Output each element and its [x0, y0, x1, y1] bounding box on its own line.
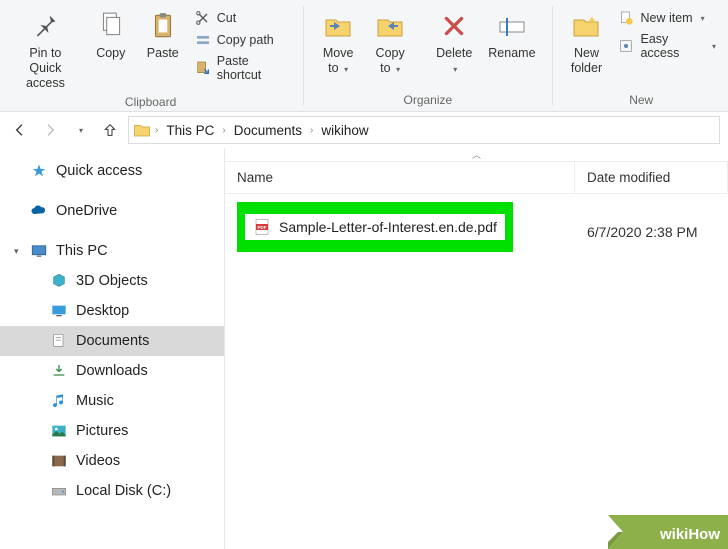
highlight-box: PDF Sample-Letter-of-Interest.en.de.pdf: [237, 202, 513, 252]
downloads-icon: [50, 362, 68, 380]
chevron-down-icon: ▾: [396, 65, 400, 74]
file-list-pane: ︿ Name Date modified PDF Sample-Letter-o…: [225, 148, 728, 549]
new-folder-button[interactable]: New folder: [562, 4, 610, 80]
cut-button[interactable]: Cut: [191, 8, 293, 28]
breadcrumb-item[interactable]: wikihow: [317, 121, 372, 140]
disk-icon: [50, 482, 68, 500]
music-icon: [50, 392, 68, 410]
scissors-icon: [195, 10, 211, 26]
pdf-icon: PDF: [253, 218, 271, 236]
chevron-right-icon: ›: [222, 125, 225, 136]
ribbon-separator: [552, 6, 553, 105]
file-row[interactable]: PDF Sample-Letter-of-Interest.en.de.pdf: [245, 214, 505, 240]
chevron-right-icon: ›: [155, 125, 158, 136]
videos-icon: [50, 452, 68, 470]
pc-icon: [30, 242, 48, 260]
delete-icon: [441, 8, 467, 44]
rename-button[interactable]: Rename: [482, 4, 541, 65]
content-area: Quick access OneDrive ▾ This PC 3D Objec…: [0, 148, 728, 549]
documents-icon: [50, 332, 68, 350]
rename-icon: [498, 8, 526, 44]
copy-icon: [98, 8, 124, 44]
chevron-down-icon: ▾: [712, 42, 716, 51]
easy-access-button[interactable]: Easy access ▾: [614, 30, 720, 62]
watermark: wikiHow: [608, 515, 728, 549]
breadcrumb[interactable]: › This PC › Documents › wikihow: [128, 116, 720, 144]
paste-button[interactable]: Paste: [139, 4, 187, 65]
paste-shortcut-button[interactable]: Paste shortcut: [191, 52, 293, 84]
sidebar-item-music[interactable]: Music: [0, 386, 224, 416]
sidebar-item-desktop[interactable]: Desktop: [0, 296, 224, 326]
file-name: Sample-Letter-of-Interest.en.de.pdf: [279, 219, 497, 235]
cloud-icon: [30, 202, 48, 220]
sidebar-item-local-disk[interactable]: Local Disk (C:): [0, 476, 224, 506]
sidebar: Quick access OneDrive ▾ This PC 3D Objec…: [0, 148, 225, 549]
recent-locations-button[interactable]: ▾: [68, 118, 92, 142]
sidebar-item-this-pc[interactable]: ▾ This PC: [0, 236, 224, 266]
forward-button[interactable]: [38, 118, 62, 142]
sidebar-item-videos[interactable]: Videos: [0, 446, 224, 476]
pin-quick-access-button[interactable]: Pin to Quick access: [8, 4, 83, 95]
chevron-down-icon: ▾: [453, 65, 457, 74]
chevron-down-icon[interactable]: ▾: [14, 246, 19, 257]
copy-button[interactable]: Copy: [87, 4, 135, 65]
svg-text:PDF: PDF: [258, 225, 267, 230]
ribbon-group-new: New folder New item ▾ Easy access ▾ New: [554, 0, 728, 111]
collapse-ribbon-button[interactable]: ︿: [225, 148, 728, 162]
new-item-icon: [618, 10, 634, 26]
column-headers: Name Date modified: [225, 162, 728, 194]
star-icon: [30, 162, 48, 180]
pin-icon: [31, 8, 59, 44]
copy-path-button[interactable]: Copy path: [191, 30, 293, 50]
up-button[interactable]: [98, 118, 122, 142]
copy-to-icon: [374, 8, 406, 44]
cube-icon: [50, 272, 68, 290]
chevron-right-icon: ›: [310, 125, 313, 136]
sidebar-item-3d-objects[interactable]: 3D Objects: [0, 266, 224, 296]
sidebar-item-documents[interactable]: Documents: [0, 326, 224, 356]
chevron-down-icon: ▾: [344, 65, 348, 74]
breadcrumb-item[interactable]: Documents: [230, 121, 306, 140]
ribbon-group-organize: Move to ▾ Copy to ▾ Delete▾ Rename: [306, 0, 549, 111]
sidebar-item-pictures[interactable]: Pictures: [0, 416, 224, 446]
chevron-down-icon: ▾: [701, 14, 705, 23]
ribbon: Pin to Quick access Copy Paste Cut: [0, 0, 728, 112]
pictures-icon: [50, 422, 68, 440]
copy-path-icon: [195, 32, 211, 48]
folder-icon: [133, 122, 151, 138]
new-item-button[interactable]: New item ▾: [614, 8, 720, 28]
move-to-icon: [322, 8, 354, 44]
breadcrumb-item[interactable]: This PC: [162, 121, 218, 140]
column-header-name[interactable]: Name: [225, 162, 575, 193]
copy-to-button[interactable]: Copy to ▾: [366, 4, 414, 80]
move-to-button[interactable]: Move to ▾: [314, 4, 362, 80]
new-folder-icon: [570, 8, 602, 44]
sidebar-item-downloads[interactable]: Downloads: [0, 356, 224, 386]
ribbon-group-clipboard: Pin to Quick access Copy Paste Cut: [0, 0, 301, 111]
column-header-date[interactable]: Date modified: [575, 162, 728, 193]
easy-access-icon: [618, 38, 634, 54]
delete-button[interactable]: Delete▾: [430, 4, 478, 80]
sidebar-item-quick-access[interactable]: Quick access: [0, 156, 224, 186]
file-date: 6/7/2020 2:38 PM: [575, 202, 728, 262]
paste-icon: [150, 8, 176, 44]
paste-shortcut-icon: [195, 60, 211, 76]
navbar: ▾ › This PC › Documents › wikihow: [0, 112, 728, 148]
desktop-icon: [50, 302, 68, 320]
ribbon-separator: [303, 6, 304, 105]
sidebar-item-onedrive[interactable]: OneDrive: [0, 196, 224, 226]
back-button[interactable]: [8, 118, 32, 142]
